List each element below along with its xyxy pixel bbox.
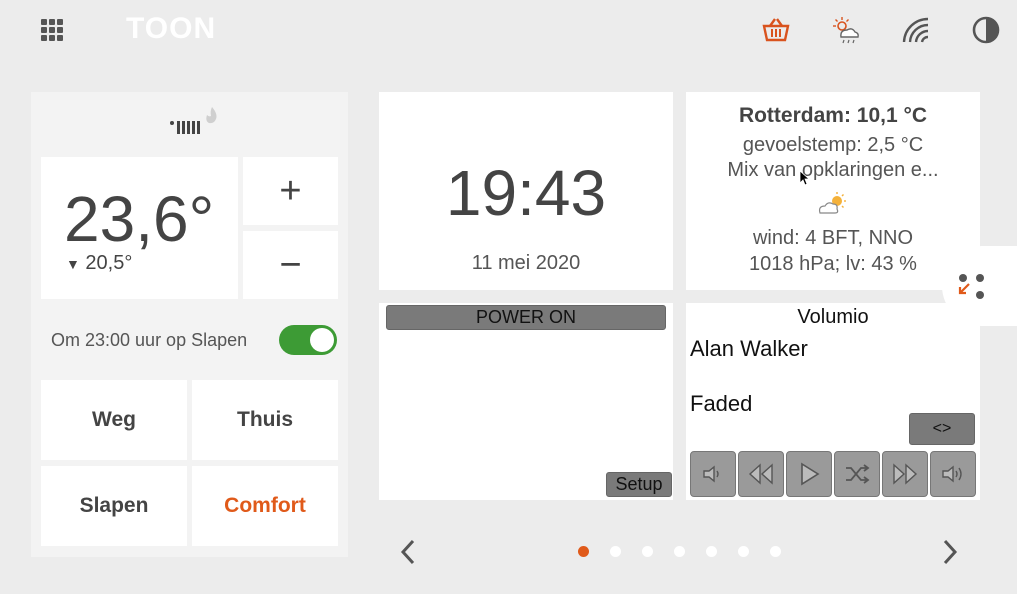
weather-feels-like: gevoelstemp: 2,5 °C xyxy=(742,134,924,156)
current-temperature: 23,6° xyxy=(64,183,215,255)
play-icon[interactable] xyxy=(786,451,832,497)
weather-icon[interactable] xyxy=(831,15,861,45)
decrease-temperature-button[interactable]: − xyxy=(243,231,338,299)
volume-down-icon[interactable] xyxy=(690,451,736,497)
page-dot-6[interactable] xyxy=(738,546,749,557)
schedule-toggle[interactable] xyxy=(279,325,337,355)
power-on-button[interactable]: POWER ON xyxy=(386,305,666,330)
contrast-icon[interactable] xyxy=(971,15,1001,45)
weather-pressure-humidity: 1018 hPa; lv: 43 % xyxy=(749,253,917,275)
shuffle-icon[interactable] xyxy=(834,451,880,497)
page-dot-5[interactable] xyxy=(706,546,717,557)
preset-weg-button[interactable]: Weg xyxy=(41,380,187,460)
clock-date: 11 mei 2020 xyxy=(471,252,581,274)
setpoint-arrow-icon: ▼ xyxy=(66,256,80,272)
setup-button[interactable]: Setup xyxy=(606,472,672,497)
increase-temperature-button[interactable]: + xyxy=(243,157,338,225)
page-dot-3[interactable] xyxy=(642,546,653,557)
basket-icon[interactable] xyxy=(761,15,791,45)
radiator-flame-icon xyxy=(170,107,217,134)
wifi-icon[interactable] xyxy=(901,15,931,45)
previous-icon[interactable] xyxy=(738,451,784,497)
toon-logo: TOON xyxy=(126,12,217,45)
weather-location-temp: Rotterdam: 10,1 °C xyxy=(738,104,928,127)
page-dot-2[interactable] xyxy=(610,546,621,557)
volumio-artist: Alan Walker xyxy=(690,336,808,361)
volumio-track: Faded xyxy=(690,391,753,416)
mouse-cursor-icon xyxy=(799,170,809,186)
weather-wind: wind: 4 BFT, NNO xyxy=(752,227,914,249)
volumio-expand-button[interactable]: <> xyxy=(909,413,975,445)
setpoint-value: 20,5° xyxy=(85,252,133,274)
page-dot-7[interactable] xyxy=(770,546,781,557)
page-dot-1[interactable] xyxy=(578,546,589,557)
collapse-tiles-icon[interactable] xyxy=(957,272,987,302)
weather-description: Mix van opklaringen e... xyxy=(727,159,939,181)
previous-page-icon[interactable] xyxy=(398,538,418,566)
page-dot-4[interactable] xyxy=(674,546,685,557)
volume-up-icon[interactable] xyxy=(930,451,976,497)
volumio-title: Volumio xyxy=(797,306,869,328)
preset-slapen-button[interactable]: Slapen xyxy=(41,466,187,546)
setpoint-temperature: ▼ 20,5° xyxy=(66,252,132,275)
power-tile xyxy=(379,303,673,500)
toggle-knob xyxy=(310,328,334,352)
schedule-text: Om 23:00 uur op Slapen xyxy=(51,330,248,350)
partly-cloudy-icon xyxy=(818,192,846,214)
preset-comfort-button[interactable]: Comfort xyxy=(192,466,338,546)
next-icon[interactable] xyxy=(882,451,928,497)
apps-grid-icon[interactable] xyxy=(41,19,63,41)
clock-time: 19:43 xyxy=(445,157,607,229)
next-page-icon[interactable] xyxy=(940,538,960,566)
preset-thuis-button[interactable]: Thuis xyxy=(192,380,338,460)
